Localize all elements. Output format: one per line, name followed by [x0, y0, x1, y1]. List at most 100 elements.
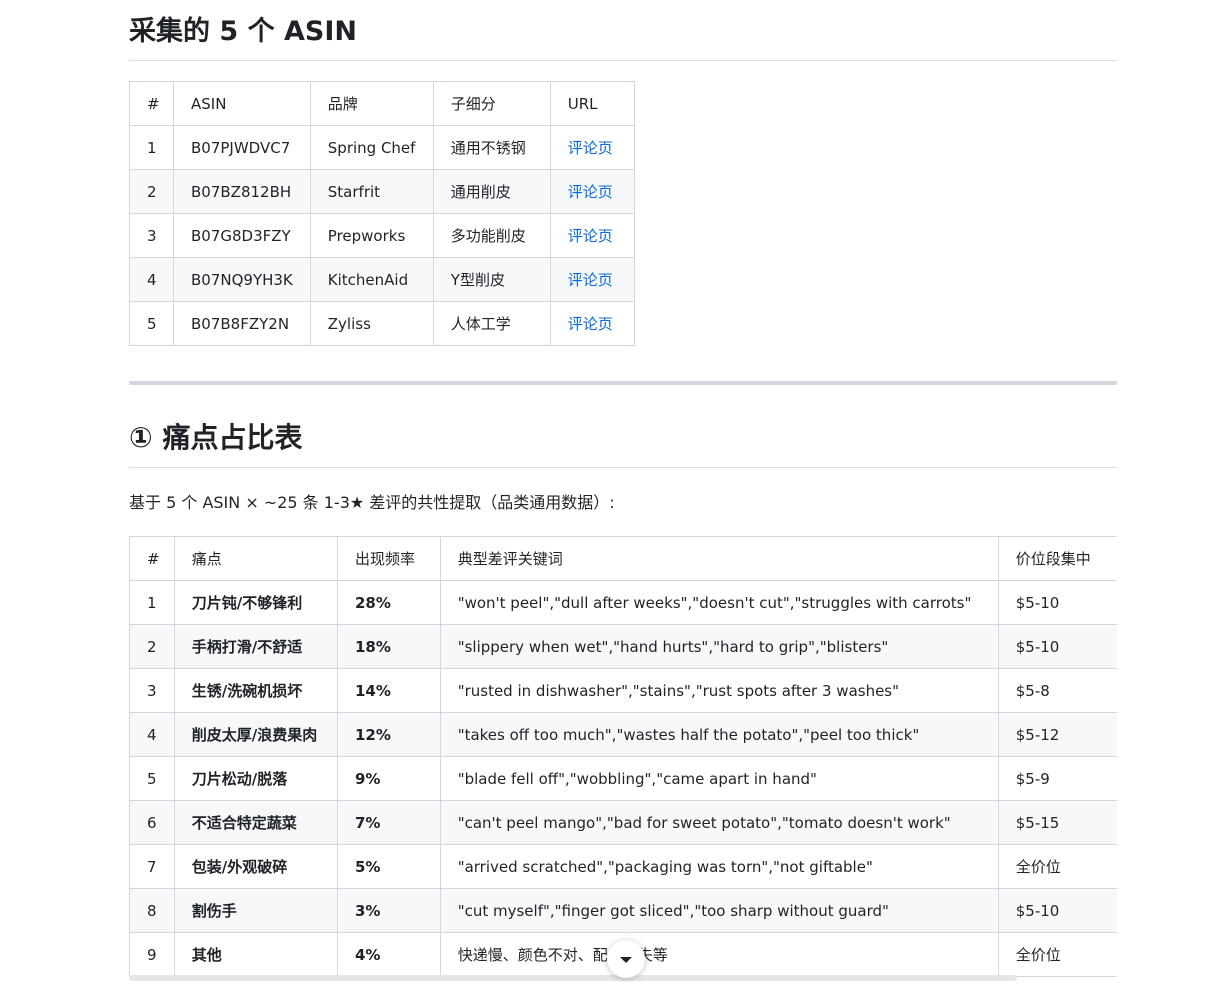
asin-cell: B07BZ812BH	[173, 169, 311, 214]
table-row: 8 割伤手 3% "cut myself","finger got sliced","…	[129, 888, 1117, 933]
brand-cell: KitchenAid	[309, 257, 434, 302]
subsegment-cell: 人体工学	[432, 301, 551, 346]
horizontal-rule	[129, 381, 1117, 385]
frequency-cell: 18%	[336, 624, 441, 669]
table-row: 5 刀片松动/脱落 9% "blade fell off","wobbling","c…	[129, 756, 1117, 801]
keywords-cell: "rusted in dishwasher","stains","rust sp…	[439, 668, 999, 713]
col-header-url: URL	[549, 81, 635, 126]
frequency-cell: 28%	[336, 580, 441, 625]
table-row: 1 刀片钝/不够锋利 28% "won't peel","dull after wee…	[129, 580, 1117, 625]
url-cell: 评论页	[549, 125, 635, 170]
keywords-cell: "slippery when wet","hand hurts","hard t…	[439, 624, 999, 669]
col-header-asin: ASIN	[173, 81, 311, 126]
table-row: 6 不适合特定蔬菜 7% "can't peel mango","bad for sw…	[129, 800, 1117, 845]
price-range-cell: 全价位	[997, 932, 1117, 977]
row-number: 4	[129, 257, 174, 302]
table-row: 4 B07NQ9YH3K KitchenAid Y型削皮 评论页	[129, 257, 635, 302]
price-range-cell: $5-9	[997, 756, 1117, 801]
keywords-cell: "won't peel","dull after weeks","doesn't…	[439, 580, 999, 625]
table-row: 1 B07PJWDVC7 Spring Chef 通用不锈钢 评论页	[129, 125, 635, 170]
table-row: 2 B07BZ812BH Starfrit 通用削皮 评论页	[129, 169, 635, 214]
price-range-cell: $5-15	[997, 800, 1117, 845]
col-header-price: 价位段集中	[997, 536, 1117, 581]
price-range-cell: $5-10	[997, 624, 1117, 669]
url-cell: 评论页	[549, 213, 635, 258]
price-range-cell: $5-10	[997, 580, 1117, 625]
brand-cell: Spring Chef	[309, 125, 434, 170]
col-header-number: #	[129, 81, 174, 126]
price-range-cell: $5-10	[997, 888, 1117, 933]
keywords-cell: 快递慢、颜色不对、配件丢失等	[439, 932, 999, 977]
keywords-cell: "cut myself","finger got sliced","too sh…	[439, 888, 999, 933]
col-header-keywords: 典型差评关键词	[439, 536, 999, 581]
row-number: 7	[129, 844, 175, 889]
col-header-brand: 品牌	[309, 81, 434, 126]
row-number: 2	[129, 624, 175, 669]
row-number: 8	[129, 888, 175, 933]
table-row: 4 削皮太厚/浪费果肉 12% "takes off too much","waste…	[129, 712, 1117, 757]
pain-intro-text: 基于 5 个 ASIN × ~25 条 1-3★ 差评的共性提取（品类通用数据）…	[129, 493, 615, 512]
url-cell: 评论页	[549, 169, 635, 214]
price-range-cell: $5-12	[997, 712, 1117, 757]
brand-cell: Prepworks	[309, 213, 434, 258]
horizontal-scrollbar[interactable]	[129, 975, 1017, 981]
price-range-cell: $5-8	[997, 668, 1117, 713]
keywords-cell: "takes off too much","wastes half the po…	[439, 712, 999, 757]
pain-table-scroll-container[interactable]: # 痛点 出现频率 典型差评关键词 价位段集中 1 刀片钝/不够锋利 28% "won…	[129, 536, 1117, 977]
frequency-cell: 9%	[336, 756, 441, 801]
col-header-pain: 痛点	[173, 536, 338, 581]
frequency-cell: 5%	[336, 844, 441, 889]
asin-cell: B07NQ9YH3K	[173, 257, 311, 302]
table-row: 3 B07G8D3FZY Prepworks 多功能削皮 评论页	[129, 213, 635, 258]
price-range-cell: 全价位	[997, 844, 1117, 889]
frequency-cell: 4%	[336, 932, 441, 977]
asin-table: # ASIN 品牌 子细分 URL 1 B07PJWDVC7 Spring Chef…	[129, 81, 635, 346]
scroll-down-button[interactable]	[607, 940, 645, 978]
brand-cell: Starfrit	[309, 169, 434, 214]
pain-cell: 刀片松动/脱落	[173, 756, 338, 801]
asin-cell: B07B8FZY2N	[173, 301, 311, 346]
pain-table-header: # 痛点 出现频率 典型差评关键词 价位段集中	[129, 536, 1117, 581]
row-number: 4	[129, 712, 175, 757]
keywords-cell: "can't peel mango","bad for sweet potato…	[439, 800, 999, 845]
review-link[interactable]: 评论页	[568, 227, 613, 245]
table-row: 2 手柄打滑/不舒适 18% "slippery when wet","hand hu…	[129, 624, 1117, 669]
row-number: 5	[129, 756, 175, 801]
keywords-cell: "arrived scratched","packaging was torn"…	[439, 844, 999, 889]
table-row: 3 生锈/洗碗机损坏 14% "rusted in dishwasher","stai…	[129, 668, 1117, 713]
pain-cell: 其他	[173, 932, 338, 977]
brand-cell: Zyliss	[309, 301, 434, 346]
frequency-cell: 12%	[336, 712, 441, 757]
row-number: 9	[129, 932, 175, 977]
pain-cell: 刀片钝/不够锋利	[173, 580, 338, 625]
frequency-cell: 14%	[336, 668, 441, 713]
chevron-down-icon	[619, 950, 633, 969]
pain-section-title: ① 痛点占比表	[129, 419, 1117, 468]
table-row: 7 包装/外观破碎 5% "arrived scratched","packaging…	[129, 844, 1117, 889]
pain-cell: 不适合特定蔬菜	[173, 800, 338, 845]
col-header-number: #	[129, 536, 175, 581]
url-cell: 评论页	[549, 301, 635, 346]
row-number: 1	[129, 580, 175, 625]
asin-table-header: # ASIN 品牌 子细分 URL	[129, 81, 635, 126]
pain-cell: 割伤手	[173, 888, 338, 933]
pain-cell: 手柄打滑/不舒适	[173, 624, 338, 669]
keywords-cell: "blade fell off","wobbling","came apart …	[439, 756, 999, 801]
row-number: 5	[129, 301, 174, 346]
review-link[interactable]: 评论页	[568, 139, 613, 157]
table-row: 5 B07B8FZY2N Zyliss 人体工学 评论页	[129, 301, 635, 346]
frequency-cell: 7%	[336, 800, 441, 845]
row-number: 6	[129, 800, 175, 845]
review-link[interactable]: 评论页	[568, 271, 613, 289]
row-number: 3	[129, 213, 174, 258]
review-link[interactable]: 评论页	[568, 315, 613, 333]
pain-cell: 削皮太厚/浪费果肉	[173, 712, 338, 757]
subsegment-cell: 多功能削皮	[432, 213, 551, 258]
url-cell: 评论页	[549, 257, 635, 302]
row-number: 2	[129, 169, 174, 214]
col-header-frequency: 出现频率	[336, 536, 441, 581]
col-header-subsegment: 子细分	[432, 81, 551, 126]
review-link[interactable]: 评论页	[568, 183, 613, 201]
pain-cell: 包装/外观破碎	[173, 844, 338, 889]
subsegment-cell: 通用不锈钢	[432, 125, 551, 170]
